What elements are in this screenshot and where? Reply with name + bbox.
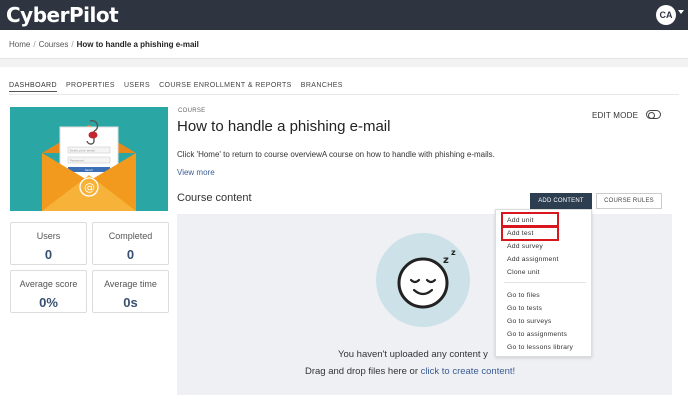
breadcrumb-courses[interactable]: Courses xyxy=(39,40,69,49)
tab-branches[interactable]: BRANCHES xyxy=(301,82,343,92)
stat-value: 0s xyxy=(123,295,138,310)
stat-completed: Completed 0 xyxy=(92,222,169,265)
course-description: Click 'Home' to return to course overvie… xyxy=(177,150,495,159)
password-field-text: Password xyxy=(70,159,84,163)
highlight-add-unit xyxy=(501,212,559,227)
page-title: How to handle a phishing e-mail xyxy=(177,118,391,135)
menu-item-add-survey[interactable]: Add survey xyxy=(507,243,543,250)
breadcrumb-separator: / xyxy=(33,40,36,49)
drag-drop-message: Drag and drop files here or click to cre… xyxy=(305,366,515,377)
course-kicker: COURSE xyxy=(178,108,206,114)
email-field-text: Enter your email xyxy=(70,149,95,153)
top-bar: CyberPilot CA xyxy=(0,0,688,30)
stat-label: Average time xyxy=(104,279,157,289)
chevron-down-icon[interactable] xyxy=(678,10,684,14)
cyberpilot-logo[interactable]: CyberPilot xyxy=(6,2,119,28)
divider xyxy=(9,94,679,95)
edit-mode-label: EDIT MODE xyxy=(592,111,639,120)
edit-mode-toggle[interactable] xyxy=(646,110,661,119)
tab-dashboard[interactable]: DASHBOARD xyxy=(9,82,57,92)
stat-value: 0 xyxy=(44,247,53,262)
course-tabs: DASHBOARD PROPERTIES USERS COURSE ENROLL… xyxy=(9,82,343,92)
stat-label: Users xyxy=(36,231,61,241)
tab-properties[interactable]: PROPERTIES xyxy=(66,82,115,92)
stat-average-score: Average score 0% xyxy=(10,270,87,313)
menu-item-go-to-files[interactable]: Go to files xyxy=(507,292,540,299)
stat-label: Completed xyxy=(108,231,153,241)
send-button-text: Send xyxy=(85,168,93,172)
user-avatar[interactable]: CA xyxy=(656,5,676,25)
svg-text:@: @ xyxy=(84,181,95,194)
empty-content-message: You haven't uploaded any content y xyxy=(338,349,488,360)
menu-item-add-assignment[interactable]: Add assignment xyxy=(507,256,559,263)
course-rules-button[interactable]: COURSE RULES xyxy=(596,193,662,209)
phishing-envelope-illustration: Enter your email Password Send @ xyxy=(42,120,136,211)
stat-value: 0% xyxy=(39,295,58,310)
sleep-z-large: z xyxy=(443,255,449,266)
highlight-add-test xyxy=(501,226,559,241)
menu-item-go-to-lessons-library[interactable]: Go to lessons library xyxy=(507,344,573,351)
tab-users[interactable]: USERS xyxy=(124,82,150,92)
breadcrumb-home[interactable]: Home xyxy=(9,40,30,49)
sleep-z-small: z xyxy=(451,248,456,257)
add-content-button[interactable]: ADD CONTENT xyxy=(530,193,592,209)
stat-users: Users 0 xyxy=(10,222,87,265)
course-content-title: Course content xyxy=(177,192,252,204)
create-content-link[interactable]: click to create content! xyxy=(421,366,516,377)
menu-item-go-to-surveys[interactable]: Go to surveys xyxy=(507,318,552,325)
stat-value: 0 xyxy=(126,247,135,262)
stat-label: Average score xyxy=(19,279,78,289)
divider xyxy=(0,59,688,67)
tab-course-enrollment-reports[interactable]: COURSE ENROLLMENT & REPORTS xyxy=(159,82,292,92)
menu-divider xyxy=(504,282,586,283)
stat-average-time: Average time 0s xyxy=(92,270,169,313)
menu-item-clone-unit[interactable]: Clone unit xyxy=(507,269,540,276)
menu-item-go-to-tests[interactable]: Go to tests xyxy=(507,305,542,312)
course-thumbnail: Enter your email Password Send @ xyxy=(10,107,168,211)
view-more-link[interactable]: View more xyxy=(177,168,215,177)
breadcrumb: Home / Courses / How to handle a phishing e-… xyxy=(9,40,199,49)
drag-drop-text: Drag and drop files here or xyxy=(305,366,421,377)
menu-item-go-to-assignments[interactable]: Go to assignments xyxy=(507,331,567,338)
sleeping-face-icon: z z xyxy=(376,233,470,327)
breadcrumb-current: How to handle a phishing e-mail xyxy=(76,40,199,49)
breadcrumb-separator: / xyxy=(71,40,74,49)
